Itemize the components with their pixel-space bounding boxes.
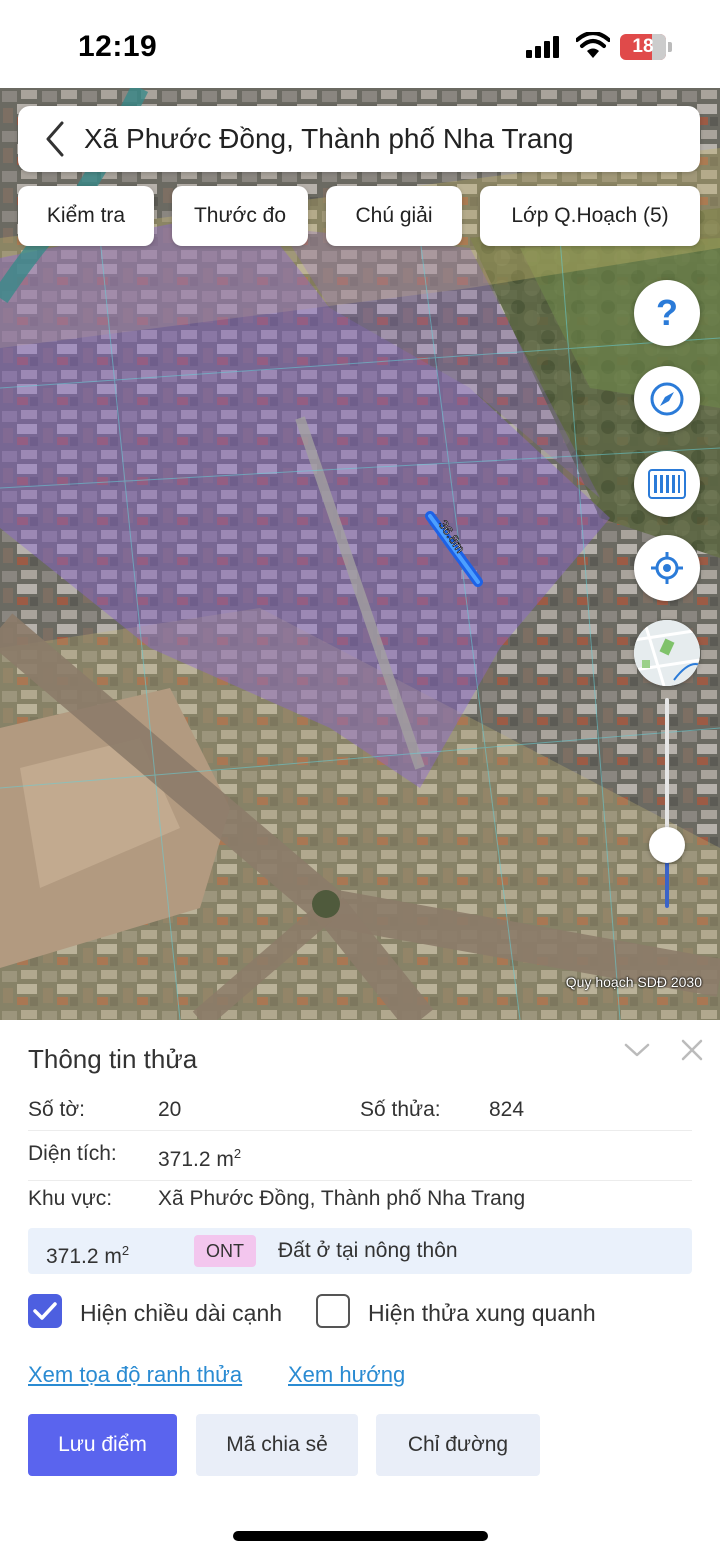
help-button[interactable]: ?	[634, 280, 700, 346]
battery-level: 18	[632, 36, 654, 57]
ruler-button[interactable]: Thước đo	[172, 186, 308, 246]
show-neighbors-label[interactable]: Hiện thửa xung quanh	[368, 1300, 596, 1327]
help-icon: ?	[656, 292, 678, 333]
planning-layers-button[interactable]: Lớp Q.Hoạch (5)	[480, 186, 700, 246]
location-title[interactable]: Xã Phước Đồng, Thành phố Nha Trang	[84, 106, 574, 172]
area-label: Diện tích:	[28, 1142, 117, 1165]
search-bar[interactable]: Xã Phước Đồng, Thành phố Nha Trang	[18, 106, 700, 172]
sheet-title: Thông tin thửa	[28, 1044, 198, 1074]
status-bar: 12:19 18	[0, 0, 720, 88]
status-time: 12:19	[78, 30, 158, 63]
compass-button[interactable]	[634, 366, 700, 432]
close-icon[interactable]	[680, 1038, 704, 1062]
parcel-info-sheet: Thông tin thửa Số tờ: 20 Số thửa: 824 Di…	[0, 1020, 720, 1557]
battery-icon: 18	[620, 34, 666, 60]
legend-button[interactable]: Chú giải	[326, 186, 462, 246]
zone-code-badge: ONT	[194, 1235, 256, 1267]
divider	[28, 1130, 692, 1131]
checkmark-icon	[33, 1302, 57, 1320]
view-direction-link[interactable]: Xem hướng	[288, 1362, 405, 1388]
save-point-button[interactable]: Lưu điểm	[28, 1414, 177, 1476]
sheet-number-label: Số tờ:	[28, 1098, 85, 1121]
show-edge-length-label[interactable]: Hiện chiều dài cạnh	[80, 1300, 282, 1327]
zoom-slider-thumb[interactable]	[649, 827, 685, 863]
cellular-signal-icon	[526, 36, 559, 58]
show-edge-length-checkbox[interactable]	[28, 1294, 62, 1328]
region-value: Xã Phước Đồng, Thành phố Nha Trang	[158, 1187, 526, 1210]
parcel-number-label: Số thửa:	[360, 1098, 441, 1121]
locate-button[interactable]	[634, 535, 700, 601]
zoom-slider[interactable]	[665, 698, 669, 908]
share-code-button[interactable]: Mã chia sẻ	[196, 1414, 358, 1476]
map-layer-caption: Quy hoạch SDĐ 2030	[565, 974, 702, 990]
area-value: 371.2 m2	[158, 1146, 242, 1171]
compass-icon	[650, 382, 684, 416]
barcode-icon	[648, 469, 686, 499]
divider	[28, 1180, 692, 1181]
show-neighbors-checkbox[interactable]	[316, 1294, 350, 1328]
region-label: Khu vực:	[28, 1187, 113, 1210]
back-icon[interactable]	[40, 120, 70, 158]
chevron-down-icon[interactable]	[624, 1040, 650, 1060]
minimap-icon	[634, 620, 700, 686]
zone-area: 371.2 m2	[46, 1243, 130, 1268]
view-coordinates-link[interactable]: Xem tọa độ ranh thửa	[28, 1362, 242, 1388]
directions-button[interactable]: Chỉ đường	[376, 1414, 540, 1476]
locate-icon	[651, 552, 683, 584]
barcode-button[interactable]	[634, 451, 700, 517]
map-view[interactable]: 36.8m Xã Phước Đồng, Thành phố Nha Trang…	[0, 88, 720, 1020]
minimap-button[interactable]	[634, 620, 700, 686]
wifi-icon	[576, 32, 610, 58]
zone-name: Đất ở tại nông thôn	[278, 1239, 458, 1262]
land-use-zone-row: 371.2 m2 ONT Đất ở tại nông thôn	[28, 1228, 692, 1274]
check-button[interactable]: Kiểm tra	[18, 186, 154, 246]
home-indicator	[233, 1531, 488, 1541]
parcel-number-value: 824	[489, 1098, 525, 1121]
sheet-number-value: 20	[158, 1098, 182, 1121]
